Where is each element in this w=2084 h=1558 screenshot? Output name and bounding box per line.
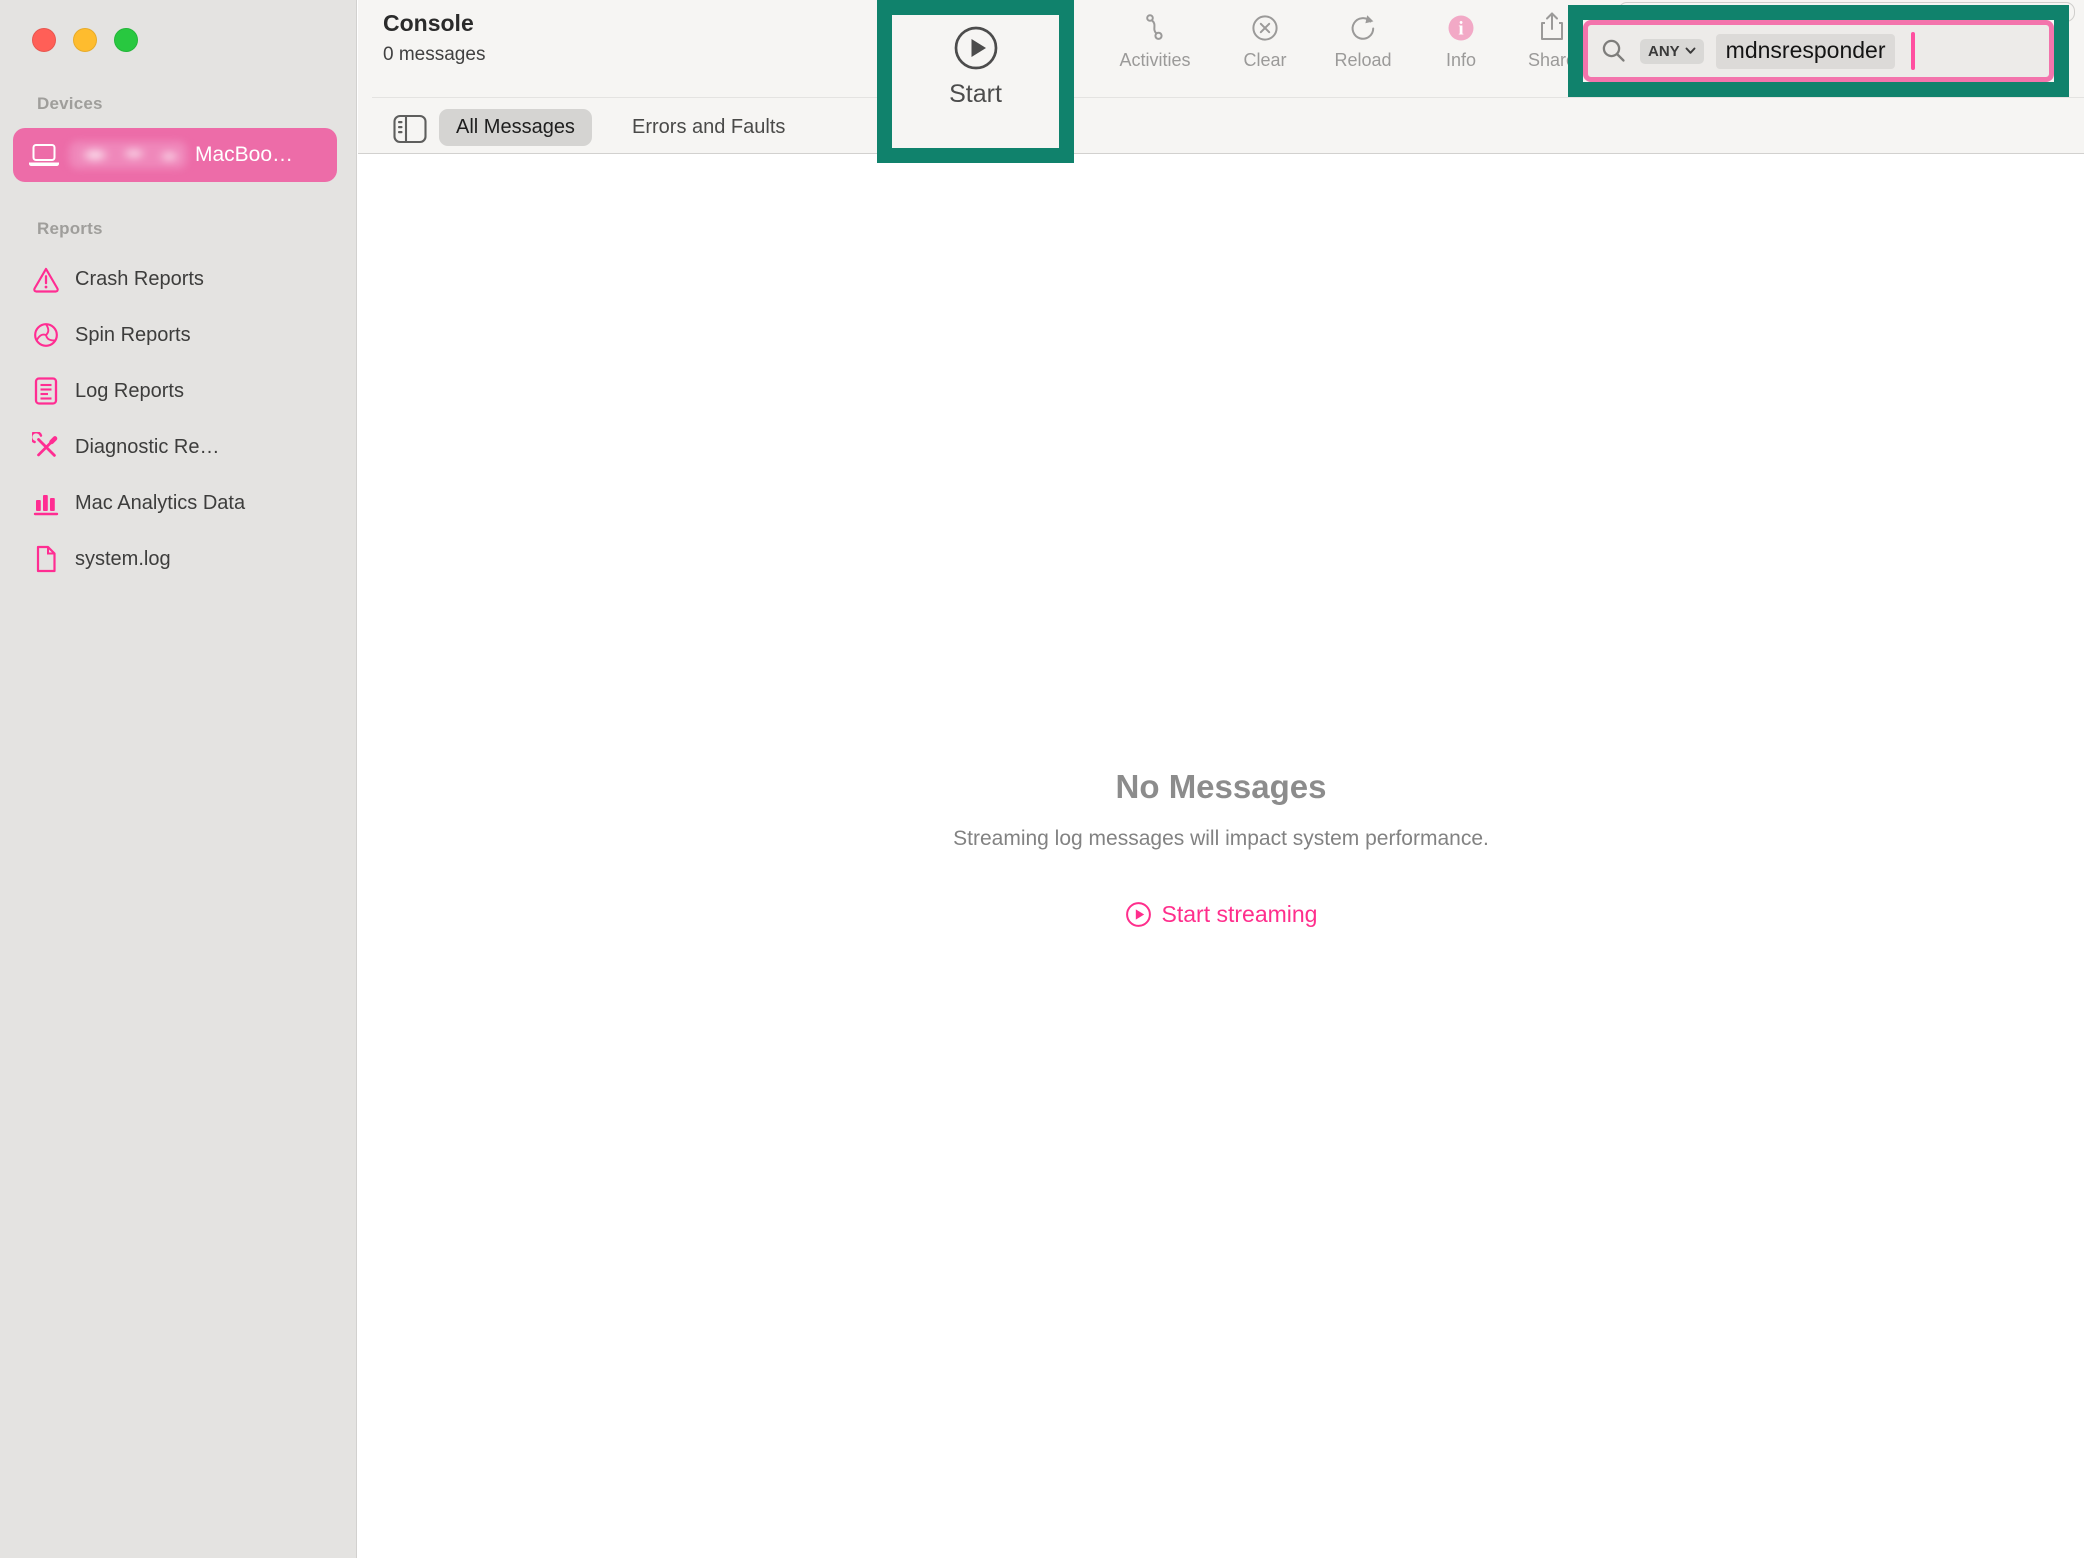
toolbar-button-label: Reload bbox=[1334, 50, 1391, 71]
sidebar-item-system-log[interactable]: system.log bbox=[13, 539, 344, 579]
sidebar-item-label: Mac Analytics Data bbox=[75, 492, 245, 515]
page-icon bbox=[32, 544, 60, 574]
console-window: Devices MacBoo… Reports Crash Reports bbox=[0, 0, 2084, 1558]
clear-circle-icon bbox=[1249, 8, 1281, 44]
text-cursor bbox=[1911, 32, 1915, 70]
main-area: Console 0 messages Activities Cl bbox=[358, 0, 2084, 1558]
toolbar-button-label: Clear bbox=[1243, 50, 1286, 71]
page-title: Console bbox=[383, 10, 474, 37]
sidebar-item-label: Log Reports bbox=[75, 380, 184, 403]
start-streaming-label: Start streaming bbox=[1162, 901, 1318, 928]
share-icon bbox=[1535, 8, 1569, 44]
sidebar: Devices MacBoo… Reports Crash Reports bbox=[0, 0, 357, 1558]
chevron-down-icon bbox=[1685, 47, 1696, 55]
search-annotation: ANY mdnsresponder bbox=[1568, 5, 2069, 97]
reload-icon bbox=[1347, 8, 1379, 44]
document-lines-icon bbox=[32, 376, 60, 406]
tab-all-messages[interactable]: All Messages bbox=[439, 109, 592, 146]
sidebar-item-diagnostic-reports[interactable]: Diagnostic Re… bbox=[13, 427, 344, 467]
sidebar-item-crash-reports[interactable]: Crash Reports bbox=[13, 259, 344, 299]
start-button-annotation[interactable]: Start bbox=[877, 0, 1074, 163]
toolbar-divider bbox=[372, 97, 2084, 98]
empty-state-title: No Messages bbox=[358, 768, 2084, 806]
close-button[interactable] bbox=[32, 28, 56, 52]
wrench-screwdriver-icon bbox=[32, 432, 60, 462]
reports-section-title: Reports bbox=[37, 219, 103, 239]
sidebar-item-device[interactable]: MacBoo… bbox=[13, 128, 337, 182]
zoom-button[interactable] bbox=[114, 28, 138, 52]
play-circle-icon bbox=[1125, 901, 1152, 928]
info-icon: i bbox=[1445, 8, 1477, 44]
search-scope-label: ANY bbox=[1648, 43, 1680, 60]
tab-errors-and-faults[interactable]: Errors and Faults bbox=[632, 109, 785, 146]
tab-label: All Messages bbox=[456, 116, 575, 139]
message-count: 0 messages bbox=[383, 44, 485, 66]
sidebar-item-label: Spin Reports bbox=[75, 324, 191, 347]
svg-text:i: i bbox=[1458, 19, 1463, 40]
pinwheel-icon bbox=[32, 320, 60, 350]
toolbar-button-label: Activities bbox=[1119, 50, 1190, 71]
laptop-icon bbox=[27, 142, 61, 168]
sidebar-item-label: Diagnostic Re… bbox=[75, 436, 220, 459]
sidebar-item-label: Crash Reports bbox=[75, 268, 204, 291]
empty-state-subtitle: Streaming log messages will impact syste… bbox=[358, 827, 2084, 851]
minimize-button[interactable] bbox=[73, 28, 97, 52]
activities-icon bbox=[1138, 8, 1172, 44]
sidebar-item-spin-reports[interactable]: Spin Reports bbox=[13, 315, 344, 355]
toolbar-button-label: Info bbox=[1446, 50, 1476, 71]
search-scope-dropdown[interactable]: ANY bbox=[1640, 39, 1704, 64]
sidebar-item-log-reports[interactable]: Log Reports bbox=[13, 371, 344, 411]
search-input[interactable]: ANY mdnsresponder bbox=[1583, 20, 2054, 82]
sidebar-item-mac-analytics-data[interactable]: Mac Analytics Data bbox=[13, 483, 344, 523]
tab-label: Errors and Faults bbox=[632, 116, 785, 139]
start-streaming-link[interactable]: Start streaming bbox=[1125, 901, 1318, 928]
sidebar-toggle-button[interactable] bbox=[392, 113, 428, 145]
devices-section-title: Devices bbox=[37, 94, 103, 114]
empty-state: No Messages Streaming log messages will … bbox=[358, 768, 2084, 933]
search-icon bbox=[1600, 37, 1628, 65]
device-label: MacBoo… bbox=[195, 143, 293, 167]
search-term: mdnsresponder bbox=[1716, 34, 1896, 69]
redacted-device-name bbox=[69, 141, 187, 169]
filterbar-divider bbox=[358, 153, 2084, 154]
bar-chart-icon bbox=[32, 488, 60, 518]
sidebar-item-label: system.log bbox=[75, 548, 171, 571]
warning-triangle-icon bbox=[32, 264, 60, 294]
play-circle-icon bbox=[952, 24, 1000, 72]
start-button-label: Start bbox=[949, 80, 1002, 109]
